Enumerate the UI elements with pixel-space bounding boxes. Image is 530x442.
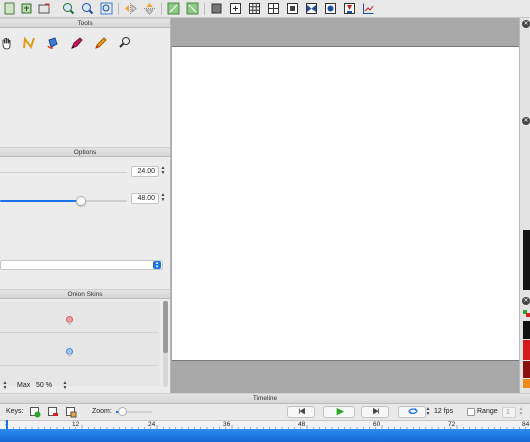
flip-horizontal-icon[interactable] bbox=[124, 2, 137, 15]
onion-next-icon[interactable] bbox=[186, 2, 199, 15]
range-stepper[interactable]: ▲ ▼ bbox=[518, 407, 524, 418]
timeline-toolbar: Keys: Zoom: ▲ ▼ 12 fps Range 1 ▲ ▼ bbox=[0, 404, 530, 420]
onion-blue-bulb-icon bbox=[66, 348, 73, 357]
target-icon[interactable] bbox=[324, 2, 337, 15]
swatch-red[interactable] bbox=[523, 340, 530, 360]
dropdown-chevron-icon: ▴ ▾ bbox=[153, 261, 161, 270]
fps-value[interactable]: 12 fps bbox=[434, 408, 453, 415]
hand-icon[interactable] bbox=[0, 36, 14, 50]
timeline-zoom-slider[interactable] bbox=[116, 407, 152, 416]
size-value-field[interactable]: 24.00 bbox=[131, 166, 159, 177]
chart-icon[interactable] bbox=[362, 2, 375, 15]
pencil-icon[interactable] bbox=[94, 36, 108, 50]
onion-scrollbar-thumb[interactable] bbox=[163, 301, 168, 353]
zoom-out-icon[interactable] bbox=[81, 2, 94, 15]
onion-scrollbar[interactable] bbox=[163, 301, 168, 387]
ruler-tick-label: 24 bbox=[148, 421, 156, 428]
timeline-zoom-handle[interactable] bbox=[118, 407, 127, 416]
ruler-tick-label: 72 bbox=[448, 421, 456, 428]
smoothness-slider[interactable] bbox=[0, 196, 127, 206]
keys-label: Keys: bbox=[6, 408, 24, 415]
safe-area-icon[interactable] bbox=[210, 2, 223, 15]
last-frame-button[interactable] bbox=[361, 406, 389, 418]
onion-max-value[interactable]: 50 % bbox=[36, 381, 60, 392]
size-stepper[interactable]: ▲ ▼ bbox=[160, 166, 166, 177]
loop-button[interactable] bbox=[398, 406, 426, 418]
zoom-in-icon[interactable] bbox=[62, 2, 75, 15]
onion-min-stepper[interactable]: ▲ ▼ bbox=[2, 381, 8, 392]
smoothness-slider-fill bbox=[0, 200, 82, 202]
palette-icon[interactable] bbox=[522, 309, 530, 318]
import-icon[interactable] bbox=[20, 2, 33, 15]
export-icon[interactable] bbox=[38, 2, 51, 15]
close-icon[interactable]: ✕ bbox=[522, 117, 530, 125]
swatch-black[interactable] bbox=[523, 321, 530, 339]
onion-max-stepper[interactable]: ▲ ▼ bbox=[62, 381, 68, 392]
swatch-orange[interactable] bbox=[523, 379, 530, 388]
new-scene-icon[interactable] bbox=[3, 2, 16, 15]
pen-icon[interactable] bbox=[70, 36, 84, 50]
range-label: Range bbox=[477, 408, 498, 415]
camera-record-icon[interactable] bbox=[343, 2, 356, 15]
onion-skin-list bbox=[0, 301, 160, 386]
onion-max-label: Max bbox=[17, 382, 31, 389]
right-dock: ✕ ✕ ✕ bbox=[519, 18, 530, 393]
left-panel: Tools Options 24.00 ▲ ▼ 48.00 ▲ ▼ ▴ ▾ Onion… bbox=[0, 18, 171, 393]
drawing-canvas[interactable] bbox=[172, 46, 519, 361]
ruler-tick-label: 60 bbox=[373, 421, 381, 428]
eyedropper-icon[interactable] bbox=[118, 36, 132, 50]
range-start-field[interactable]: 1 bbox=[502, 407, 516, 418]
smoothness-value-field[interactable]: 48.00 bbox=[131, 193, 159, 204]
duplicate-key-icon[interactable] bbox=[65, 406, 77, 418]
range-checkbox[interactable] bbox=[467, 408, 475, 416]
close-icon[interactable]: ✕ bbox=[522, 20, 530, 28]
zoom-label: Zoom: bbox=[92, 408, 112, 415]
timeline-panel-title: Timeline bbox=[0, 393, 530, 404]
color-preview-swatch bbox=[523, 230, 530, 290]
mode-dropdown[interactable]: ▴ ▾ bbox=[0, 260, 163, 270]
ruler-tick-label: 48 bbox=[298, 421, 306, 428]
close-icon[interactable]: ✕ bbox=[522, 297, 530, 305]
timeline-ruler[interactable]: 1 12 24 36 48 60 72 84 bbox=[0, 420, 530, 430]
first-frame-button[interactable] bbox=[287, 406, 315, 418]
grid-large-icon[interactable] bbox=[267, 2, 280, 15]
onion-prev-icon[interactable] bbox=[167, 2, 180, 15]
tools-panel-title: Tools bbox=[0, 18, 170, 28]
remove-key-icon[interactable] bbox=[47, 406, 59, 418]
timeline-track[interactable] bbox=[0, 429, 530, 442]
polyline-icon[interactable] bbox=[22, 36, 36, 50]
main-toolbar bbox=[0, 0, 530, 18]
smoothness-stepper[interactable]: ▲ ▼ bbox=[160, 193, 166, 204]
zoom-fit-icon[interactable] bbox=[100, 2, 113, 15]
bowtie-icon[interactable] bbox=[305, 2, 318, 15]
onion-red-bulb-icon bbox=[66, 316, 73, 325]
fps-stepper[interactable]: ▲ ▼ bbox=[425, 407, 431, 418]
onion-next-row[interactable] bbox=[0, 334, 158, 366]
flip-vertical-icon[interactable] bbox=[143, 2, 156, 15]
swatch-darkred[interactable] bbox=[523, 361, 530, 378]
add-key-icon[interactable] bbox=[29, 406, 41, 418]
ruler-tick-label: 12 bbox=[72, 421, 80, 428]
size-slider-track[interactable] bbox=[0, 172, 127, 173]
ruler-tick-label: 36 bbox=[223, 421, 231, 428]
onion-prev-row[interactable] bbox=[0, 301, 158, 333]
grid-icon[interactable] bbox=[248, 2, 261, 15]
options-panel-title: Options bbox=[0, 147, 170, 157]
frame-icon[interactable] bbox=[286, 2, 299, 15]
bucket-icon[interactable] bbox=[46, 36, 60, 50]
onion-panel-title: Onion Skins bbox=[0, 289, 170, 299]
center-icon[interactable] bbox=[229, 2, 242, 15]
play-button[interactable] bbox=[323, 406, 355, 418]
smoothness-slider-handle[interactable] bbox=[76, 196, 87, 206]
ruler-tick-label: 84 bbox=[522, 421, 530, 428]
